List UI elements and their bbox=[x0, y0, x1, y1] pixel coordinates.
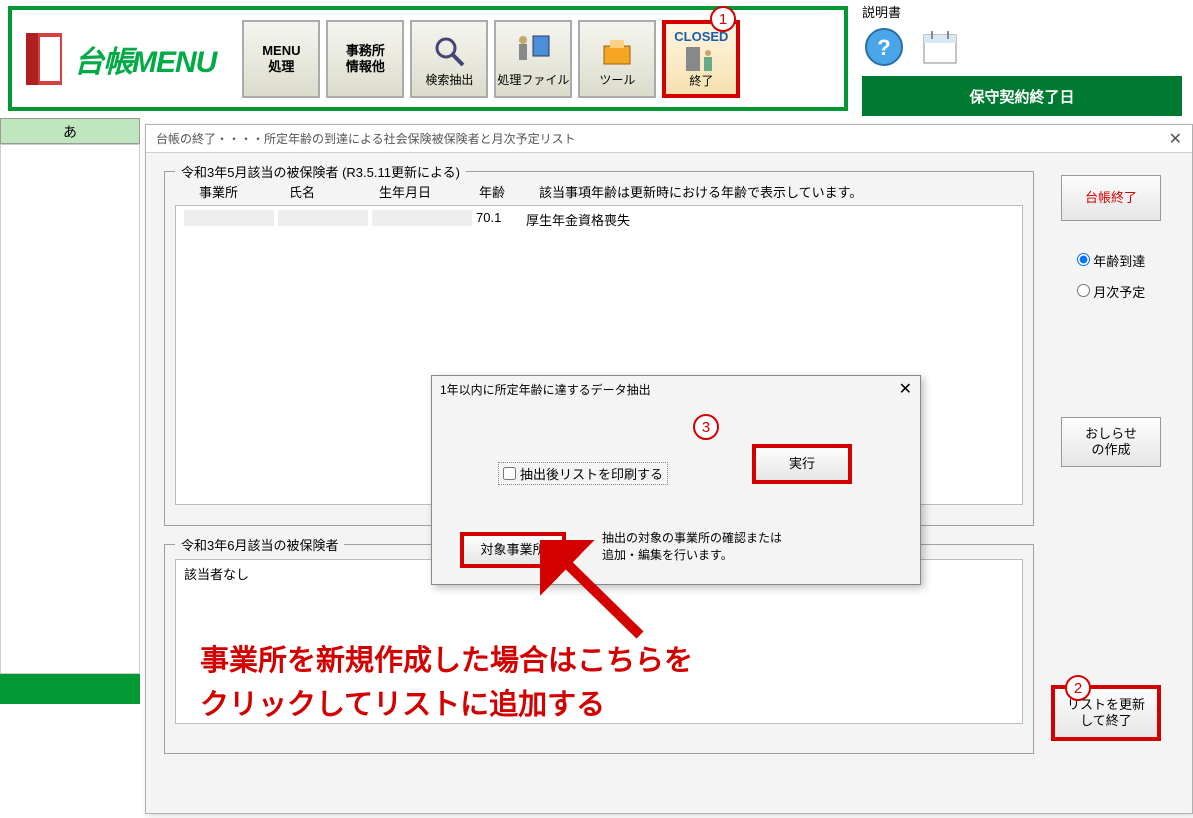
left-footer bbox=[0, 674, 140, 704]
menu-proc-button[interactable]: MENU 処理 bbox=[242, 20, 320, 98]
radio-monthly-input[interactable] bbox=[1077, 284, 1090, 297]
notice-create-button[interactable]: おしらせ の作成 bbox=[1061, 417, 1161, 467]
print-checkbox[interactable] bbox=[503, 467, 516, 480]
col-office: 事業所 bbox=[199, 182, 289, 201]
execute-label: 実行 bbox=[789, 456, 815, 472]
manual-area: 説明書 ? bbox=[862, 2, 962, 69]
exit-icon bbox=[684, 44, 718, 74]
dialog-title-text: 台帳の終了・・・・所定年齢の到達による社会保険被保険者と月次予定リスト bbox=[156, 130, 576, 147]
left-body bbox=[0, 144, 140, 674]
radio-age-label: 年齢到達 bbox=[1093, 254, 1145, 269]
table-row: 70.1 厚生年金資格喪失 bbox=[184, 210, 1014, 229]
ledger-close-button[interactable]: 台帳終了 bbox=[1061, 175, 1161, 221]
extract-close-icon[interactable]: ✕ bbox=[899, 379, 912, 399]
col-dob: 生年月日 bbox=[379, 182, 479, 201]
dialog-close-icon[interactable]: ✕ bbox=[1169, 129, 1182, 149]
proc-file-button[interactable]: 処理ファイル bbox=[494, 20, 572, 98]
logo-block: 台帳MENU bbox=[22, 29, 216, 89]
search-label: 検索抽出 bbox=[425, 73, 473, 87]
extract-titlebar: 1年以内に所定年齢に達するデータ抽出 ✕ bbox=[432, 376, 920, 402]
calendar-icon[interactable] bbox=[918, 25, 962, 69]
fieldset-june-legend: 令和3年6月該当の被保険者 bbox=[175, 535, 344, 554]
annotation-text-2: クリックしてリストに追加する bbox=[200, 684, 693, 728]
print-checkbox-wrap[interactable]: 抽出後リストを印刷する bbox=[498, 462, 668, 485]
menu-title: 台帳MENU bbox=[74, 37, 216, 81]
dialog-titlebar: 台帳の終了・・・・所定年齢の到達による社会保険被保険者と月次予定リスト ✕ bbox=[146, 125, 1192, 153]
office-info-button[interactable]: 事務所 情報他 bbox=[326, 20, 404, 98]
annotation-arrow bbox=[540, 540, 660, 650]
col-note: 該当事項年齢は更新時における年齢で表示しています。 bbox=[539, 182, 862, 201]
menu-proc-label: MENU 処理 bbox=[262, 43, 300, 74]
row-age: 70.1 bbox=[476, 210, 526, 229]
update-label: リストを更新 して終了 bbox=[1067, 697, 1145, 728]
magnifier-icon bbox=[431, 29, 467, 73]
radio-monthly[interactable]: 月次予定 bbox=[1077, 282, 1146, 301]
tool-button[interactable]: ツール bbox=[578, 20, 656, 98]
radio-age-input[interactable] bbox=[1077, 253, 1090, 266]
left-header[interactable]: あ bbox=[0, 118, 140, 144]
extract-dialog: 1年以内に所定年齢に達するデータ抽出 ✕ 抽出後リストを印刷する 実行 対象事業… bbox=[431, 375, 921, 585]
ledger-close-label: 台帳終了 bbox=[1085, 190, 1137, 206]
tool-label: ツール bbox=[599, 73, 635, 87]
column-headers: 事業所 氏名 生年月日 年齢 該当事項年齢は更新時における年齢で表示しています。 bbox=[175, 182, 1023, 201]
office-info-label: 事務所 情報他 bbox=[346, 43, 385, 74]
close-label: 終了 bbox=[689, 74, 713, 88]
toolbox-icon bbox=[598, 29, 636, 73]
print-checkbox-label: 抽出後リストを印刷する bbox=[520, 464, 663, 483]
person-file-icon bbox=[513, 29, 553, 73]
search-button[interactable]: 検索抽出 bbox=[410, 20, 488, 98]
col-name: 氏名 bbox=[289, 182, 379, 201]
contract-end-label: 保守契約終了日 bbox=[969, 86, 1074, 107]
svg-text:?: ? bbox=[877, 35, 890, 60]
dialog-side: 台帳終了 年齢到達 月次予定 おしらせ の作成 bbox=[1051, 175, 1171, 467]
left-column: あ bbox=[0, 118, 140, 704]
radio-monthly-label: 月次予定 bbox=[1093, 285, 1145, 300]
ledger-icon bbox=[22, 29, 68, 89]
target-office-label: 対象事業所 bbox=[480, 542, 545, 558]
proc-file-label: 処理ファイル bbox=[497, 73, 569, 87]
execute-button[interactable]: 実行 bbox=[752, 444, 852, 484]
col-age: 年齢 bbox=[479, 182, 539, 201]
radio-group: 年齢到達 月次予定 bbox=[1077, 251, 1146, 301]
annotation-circle-1: 1 bbox=[710, 6, 736, 32]
help-icon[interactable]: ? bbox=[862, 25, 906, 69]
close-button[interactable]: CLOSED 終了 bbox=[662, 20, 740, 98]
radio-age[interactable]: 年齢到達 bbox=[1077, 251, 1146, 270]
annotation-circle-3: 3 bbox=[693, 414, 719, 440]
manual-label: 説明書 bbox=[862, 2, 962, 21]
fieldset-may-legend: 令和3年5月該当の被保険者 (R3.5.11更新による) bbox=[175, 162, 466, 181]
annotation-text: 事業所を新規作成した場合はこちらを クリックしてリストに追加する bbox=[200, 640, 693, 727]
extract-body: 抽出後リストを印刷する 実行 対象事業所 抽出の対象の事業所の確認または 追加・… bbox=[432, 402, 920, 582]
row-desc: 厚生年金資格喪失 bbox=[526, 210, 630, 229]
extract-title-text: 1年以内に所定年齢に達するデータ抽出 bbox=[440, 381, 651, 398]
notice-label: おしらせ の作成 bbox=[1085, 426, 1137, 457]
contract-end-bar: 保守契約終了日 bbox=[862, 76, 1182, 116]
annotation-circle-2: 2 bbox=[1065, 675, 1091, 701]
list-june-row: 該当者なし bbox=[184, 567, 249, 582]
